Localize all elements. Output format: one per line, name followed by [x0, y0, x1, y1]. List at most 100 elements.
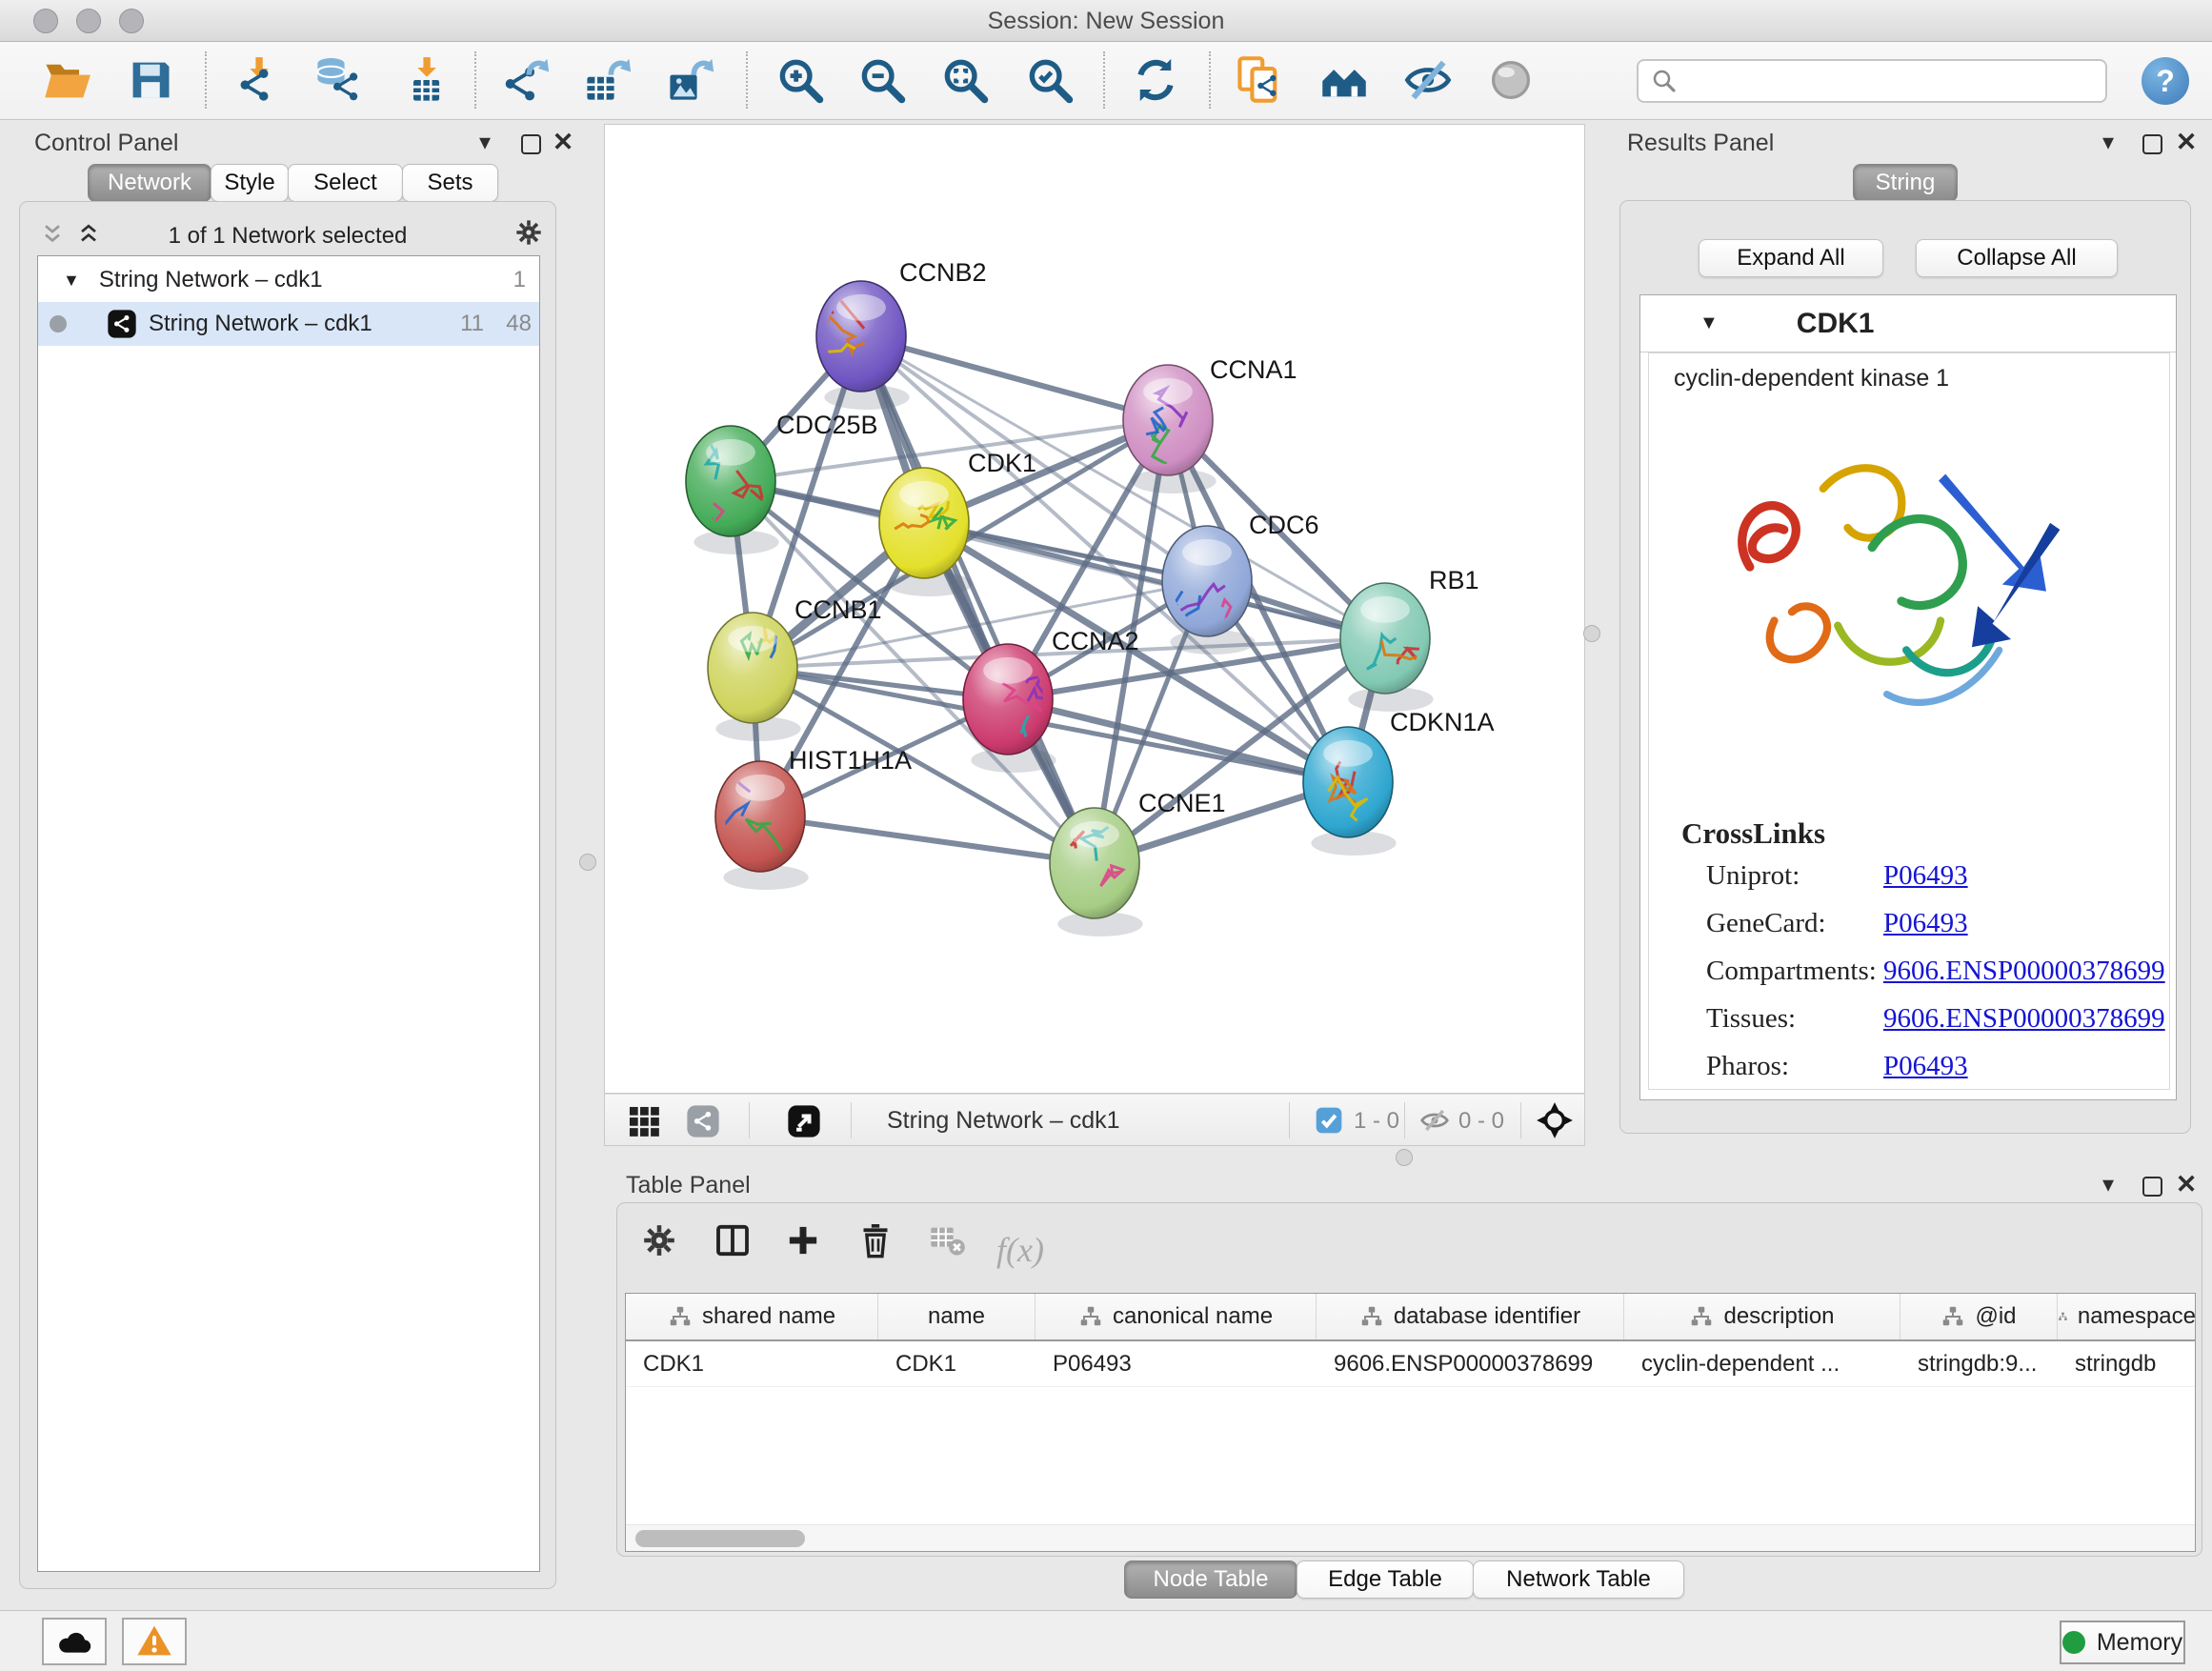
tab-node-table[interactable]: Node Table	[1124, 1560, 1297, 1599]
table-panel-float-button[interactable]	[2138, 1172, 2166, 1200]
string-home-button[interactable]	[1316, 51, 1373, 109]
tab-edge-table[interactable]: Edge Table	[1297, 1560, 1474, 1599]
hide-results-button[interactable]	[1399, 51, 1457, 109]
table-cell[interactable]: stringdb:9...	[1900, 1341, 2058, 1386]
selected-checkbox-icon[interactable]	[1314, 1105, 1344, 1136]
save-icon	[126, 55, 175, 105]
import-network-file-button[interactable]	[230, 51, 287, 109]
cloud-button[interactable]	[42, 1618, 107, 1665]
column-header-shared-name[interactable]: shared name	[626, 1294, 878, 1339]
network-collection-row[interactable]: ▼ String Network – cdk1 1	[38, 258, 539, 302]
column-header-database-identifier[interactable]: database identifier	[1317, 1294, 1624, 1339]
node-CDC6[interactable]	[1162, 526, 1256, 662]
export-table-button[interactable]	[578, 51, 635, 109]
node-CCNB2[interactable]	[804, 281, 910, 410]
grid-view-icon[interactable]	[626, 1103, 662, 1139]
delete-table-button[interactable]	[925, 1218, 969, 1262]
control-panel-close-button[interactable]: ✕	[549, 128, 577, 156]
table-cell[interactable]: stringdb	[2058, 1341, 2196, 1386]
homes-icon	[1319, 55, 1369, 105]
node-CCNB1[interactable]	[708, 589, 801, 742]
create-column-button[interactable]	[781, 1218, 825, 1262]
zoom-fit-button[interactable]	[936, 51, 994, 109]
function-builder-button[interactable]: f(x)	[996, 1230, 1044, 1270]
table-panel-collapse-button[interactable]: ▾	[2094, 1170, 2122, 1198]
node-CDKN1A[interactable]	[1303, 727, 1397, 856]
collapse-all-button[interactable]: Collapse All	[1916, 239, 2118, 277]
column-header-namespace[interactable]: namespace	[2058, 1294, 2196, 1339]
node-CDC25B[interactable]	[686, 426, 779, 554]
table-settings-button[interactable]	[637, 1218, 681, 1262]
tab-network-table[interactable]: Network Table	[1473, 1560, 1684, 1599]
right-splitter-handle[interactable]	[1583, 625, 1600, 642]
node-label-CDK1: CDK1	[968, 449, 1036, 477]
left-splitter-handle[interactable]	[579, 854, 596, 871]
tab-network[interactable]: Network	[88, 164, 211, 202]
export-network-button[interactable]	[496, 51, 553, 109]
open-session-button[interactable]	[38, 51, 95, 109]
network-row[interactable]: String Network – cdk1 11 48	[38, 302, 539, 346]
warnings-button[interactable]	[122, 1618, 187, 1665]
zoom-selected-button[interactable]	[1021, 51, 1078, 109]
crosslink-value-link[interactable]: 9606.ENSP00000378699	[1883, 1003, 2165, 1035]
control-panel-float-button[interactable]	[516, 130, 545, 158]
column-header--id[interactable]: @id	[1900, 1294, 2058, 1339]
save-session-button[interactable]	[122, 51, 179, 109]
crosslink-value-link[interactable]: P06493	[1883, 1051, 1968, 1082]
apply-layout-button[interactable]	[1127, 51, 1184, 109]
delete-column-button[interactable]	[854, 1218, 897, 1262]
expand-triangle-icon[interactable]: ▼	[63, 271, 80, 291]
gear-icon[interactable]	[513, 217, 544, 248]
birdseye-view-icon[interactable]	[685, 1103, 721, 1139]
crosslink-value-link[interactable]: P06493	[1883, 860, 1968, 892]
column-header-canonical-name[interactable]: canonical name	[1036, 1294, 1317, 1339]
table-container: f(x) shared namenamecanonical namedataba…	[616, 1202, 2202, 1557]
zoom-out-button[interactable]	[854, 51, 911, 109]
open-in-new-window-icon[interactable]	[786, 1103, 822, 1139]
tab-select[interactable]: Select	[288, 164, 403, 202]
scrollbar-thumb[interactable]	[635, 1530, 805, 1547]
tab-style[interactable]: Style	[211, 164, 289, 202]
control-panel-collapse-button[interactable]: ▾	[471, 128, 499, 156]
crosslink-value-link[interactable]: P06493	[1883, 908, 1968, 939]
node-RB1[interactable]	[1340, 583, 1437, 712]
import-network-database-button[interactable]	[309, 51, 366, 109]
column-header-name[interactable]: name	[878, 1294, 1036, 1339]
table-cell[interactable]: CDK1	[878, 1341, 1036, 1386]
zoom-in-button[interactable]	[772, 51, 829, 109]
results-panel-collapse-button[interactable]: ▾	[2094, 128, 2122, 156]
node-CCNA2[interactable]	[963, 644, 1056, 773]
table-cell[interactable]: cyclin-dependent ...	[1624, 1341, 1900, 1386]
table-cell[interactable]: 9606.ENSP00000378699	[1317, 1341, 1624, 1386]
show-results-button[interactable]	[1482, 51, 1539, 109]
collapse-triangle-icon[interactable]: ▼	[1699, 312, 1719, 334]
network-canvas[interactable]: CCNB2CCNA1CDC25BCDK1CDC6RB1CCNB1CCNA2CDK…	[604, 124, 1585, 1094]
crosslink-value-link[interactable]: 9606.ENSP00000378699	[1883, 956, 2165, 987]
import-table-button[interactable]	[397, 51, 454, 109]
crosslinks-heading: CrossLinks	[1681, 816, 1825, 851]
table-cell[interactable]: P06493	[1036, 1341, 1317, 1386]
tab-sets[interactable]: Sets	[402, 164, 498, 202]
document-network-icon	[1235, 55, 1284, 105]
crosshair-icon[interactable]	[1535, 1100, 1575, 1140]
edge-CCNB2-CCNE1[interactable]	[861, 336, 1095, 863]
clone-network-button[interactable]	[1231, 51, 1288, 109]
show-columns-button[interactable]	[711, 1218, 754, 1262]
tab-string[interactable]: String	[1853, 164, 1958, 202]
table-panel-close-button[interactable]: ✕	[2172, 1170, 2201, 1198]
export-table-icon	[582, 55, 632, 105]
expand-all-button[interactable]: Expand All	[1699, 239, 1883, 277]
node-CCNE1[interactable]	[1050, 808, 1143, 936]
gear-icon[interactable]	[513, 217, 544, 248]
help-button[interactable]: ?	[2142, 57, 2189, 105]
gene-card-header[interactable]: ▼ CDK1	[1640, 295, 2176, 352]
search-input[interactable]	[1679, 68, 2079, 94]
column-header-description[interactable]: description	[1624, 1294, 1900, 1339]
results-panel-close-button[interactable]: ✕	[2172, 128, 2201, 156]
table-cell[interactable]: CDK1	[626, 1341, 878, 1386]
table-row[interactable]: CDK1CDK1P064939606.ENSP00000378699cyclin…	[626, 1341, 2195, 1387]
results-panel-float-button[interactable]	[2138, 130, 2166, 158]
memory-button[interactable]: Memory	[2060, 1621, 2185, 1664]
edge-HIST1H1A-CCNE1[interactable]	[760, 816, 1095, 863]
export-image-button[interactable]	[661, 51, 718, 109]
